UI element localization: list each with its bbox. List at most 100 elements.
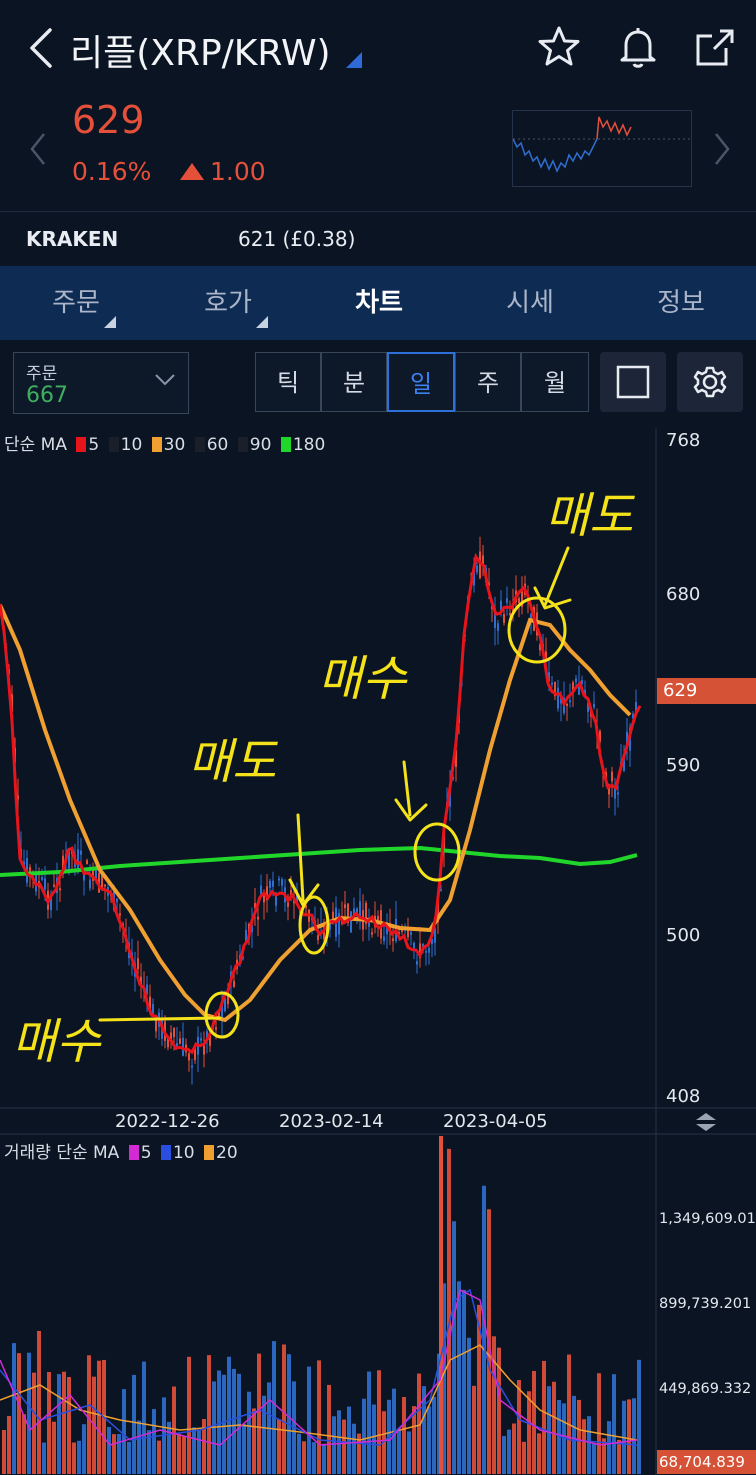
volume-bar [172, 1386, 176, 1474]
volume-bar [187, 1356, 191, 1474]
candle-body [425, 950, 427, 953]
current-price: 629 [72, 98, 145, 142]
candle-body [611, 771, 613, 782]
exchange-name: KRAKEN [26, 227, 119, 251]
volume-bar [2, 1429, 6, 1474]
candle-body [215, 1027, 217, 1030]
volume-bar [107, 1426, 111, 1474]
vma5-label: 5 [140, 1143, 152, 1163]
volume-bar [557, 1399, 561, 1474]
y-tick: 500 [666, 925, 701, 946]
star-icon[interactable] [536, 24, 582, 70]
tab-order[interactable]: 주문 [0, 266, 152, 340]
volume-bar [637, 1359, 641, 1474]
tab-market[interactable]: 시세 [454, 266, 606, 340]
volume-bar [142, 1361, 146, 1474]
candle-body [407, 930, 409, 938]
candle-body [557, 687, 559, 709]
candle-body [80, 850, 82, 855]
candle-body [377, 915, 379, 921]
volume-bar [207, 1355, 211, 1474]
ma10-swatch [108, 437, 119, 452]
mini-chart[interactable] [512, 110, 692, 187]
ma90-label: 90 [249, 435, 272, 455]
vma5-swatch [128, 1145, 139, 1160]
volume-bar [97, 1360, 101, 1474]
order-quick-select[interactable]: 주문 667 [13, 352, 189, 414]
volume-bar [17, 1353, 21, 1474]
volume-bar [627, 1399, 631, 1474]
volume-bar [502, 1435, 506, 1474]
chart-settings-button[interactable] [677, 352, 743, 412]
volume-bar [447, 1148, 451, 1474]
volume-bar [242, 1423, 246, 1474]
period-day[interactable]: 일 [387, 352, 455, 412]
volume-bar [612, 1374, 616, 1474]
vma20-label: 20 [216, 1143, 238, 1163]
volume-bar [7, 1415, 11, 1474]
period-month[interactable]: 월 [521, 352, 589, 412]
share-icon[interactable] [692, 24, 738, 70]
volume-bar [72, 1442, 76, 1474]
volume-bar [62, 1371, 66, 1474]
volume-bar [52, 1421, 56, 1474]
annotation-text: 매도 [188, 734, 278, 790]
page-title: 리플(XRP/KRW) [70, 33, 331, 74]
tab-info[interactable]: 정보 [606, 266, 756, 340]
volume-bar [152, 1409, 156, 1474]
price-volume-chart[interactable]: 매수매도매수매도 [0, 428, 756, 1475]
volume-bar [222, 1374, 226, 1474]
volume-bar [402, 1396, 406, 1474]
volume-bar [342, 1419, 346, 1474]
volume-bar [132, 1374, 136, 1474]
pane-resize-icon[interactable] [694, 1112, 718, 1132]
volume-bar [582, 1419, 586, 1474]
volume-bar [532, 1370, 536, 1474]
exchange-price: 621 (£0.38) [238, 227, 356, 251]
tab-orderbook[interactable]: 호가 [152, 266, 304, 340]
period-week[interactable]: 주 [455, 352, 521, 412]
candle-body [233, 980, 235, 987]
title-dropdown-icon[interactable] [346, 52, 362, 68]
period-minute[interactable]: 분 [321, 352, 387, 412]
volume-bar [117, 1434, 121, 1474]
volume-bar [232, 1368, 236, 1474]
candle-body [95, 869, 97, 879]
volume-bar [122, 1389, 126, 1474]
volume-bar [82, 1424, 86, 1474]
tab-menu-icon [256, 316, 268, 328]
period-tick[interactable]: 틱 [255, 352, 321, 412]
tab-label: 주문 [52, 288, 100, 318]
prev-coin-icon[interactable] [28, 132, 48, 166]
volume-bar [42, 1442, 46, 1474]
ma30-label: 30 [163, 435, 186, 455]
candle-body [152, 1004, 154, 1014]
candle-body [518, 598, 520, 604]
volume-bar [522, 1441, 526, 1474]
next-coin-icon[interactable] [712, 132, 732, 166]
tab-bar: 주문 호가 차트 시세 정보 [0, 266, 756, 340]
candle-body [497, 623, 499, 631]
volume-bar [112, 1434, 116, 1474]
candle-body [413, 942, 415, 949]
candle-body [269, 880, 271, 888]
tab-chart[interactable]: 차트 [304, 266, 454, 340]
volume-bar [287, 1354, 291, 1474]
fullscreen-button[interactable] [600, 352, 666, 412]
volume-bar [157, 1440, 161, 1474]
volume-bar [197, 1430, 201, 1474]
volume-bar [277, 1419, 281, 1474]
volume-bar [592, 1443, 596, 1474]
volume-bar [397, 1430, 401, 1474]
y-tick: 408 [666, 1086, 701, 1107]
candle-body [410, 932, 412, 935]
bell-icon[interactable] [615, 24, 661, 70]
volume-bar [127, 1441, 131, 1474]
back-arrow-icon[interactable] [22, 26, 62, 70]
volume-bar [257, 1353, 261, 1474]
volume-y-tick: 1,349,609.016 [659, 1211, 756, 1227]
x-tick: 2023-02-14 [279, 1111, 384, 1132]
volume-bar [182, 1436, 186, 1474]
volume-bar [307, 1366, 311, 1474]
candle-body [200, 1038, 202, 1041]
